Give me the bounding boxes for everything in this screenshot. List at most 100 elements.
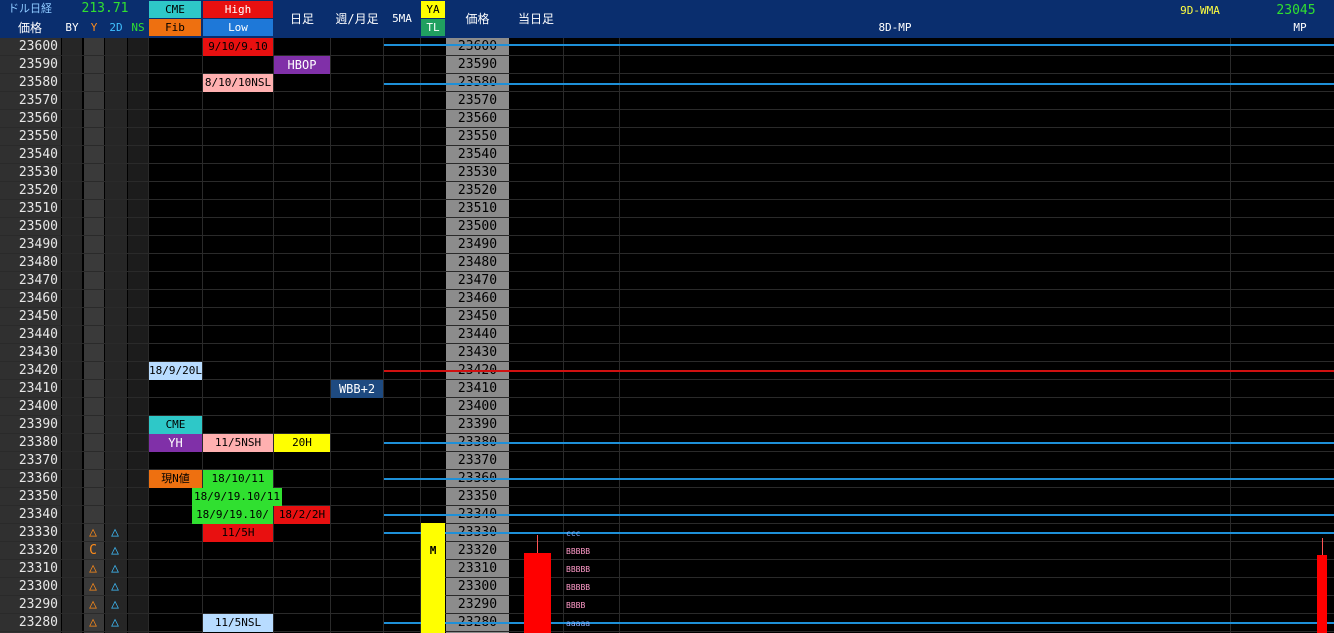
2d-marker-2: △ [111, 543, 119, 558]
price-cell-left: 23300 [18, 579, 58, 594]
grid-row-line [0, 307, 1334, 308]
price-cell-right: 23490 [457, 237, 498, 252]
price-cell-right: 23440 [457, 327, 498, 342]
price-cell-right: 23480 [457, 255, 498, 270]
price-cell-left: 23460 [18, 291, 58, 306]
level-line-23360 [384, 478, 1334, 480]
price-cell-right: 23510 [457, 201, 498, 216]
price-cell-left: 23440 [18, 327, 58, 342]
wbb-label: WBB+2 [331, 380, 383, 398]
price-cell-left: 23470 [18, 273, 58, 288]
grid-row-line [0, 541, 1334, 542]
price-cell-left: 23430 [18, 345, 58, 360]
price-cell-right: 23600 [457, 39, 498, 54]
price-cell-left: 23600 [18, 39, 58, 54]
grid-row-line [0, 271, 1334, 272]
usdjpy-value: 213.71 [81, 1, 129, 16]
2d-header: 2D [109, 21, 123, 34]
price-cell-right: 23520 [457, 183, 498, 198]
2d-marker-1: △ [111, 525, 119, 540]
price-cell-left: 23350 [18, 489, 58, 504]
weekly-monthly-header: 週/月足 [335, 12, 379, 26]
price-cell-left: 23420 [18, 363, 58, 378]
tpo-row: ccc [566, 529, 581, 538]
price-cell-right: 23570 [457, 93, 498, 108]
price-cell-right: 23590 [457, 57, 498, 72]
ma5-header: 5MA [392, 12, 412, 25]
daily-header: 日足 [289, 12, 314, 26]
price-cell-right: 23310 [457, 561, 498, 576]
high-header: High [203, 1, 273, 18]
2d-marker-6: △ [111, 615, 119, 630]
hbop-label: HBOP [274, 56, 330, 74]
price-cell-right: 23320 [457, 543, 498, 558]
price-cell-left: 23570 [18, 93, 58, 108]
nsl-label: 11/5NSL [203, 614, 273, 632]
2d-marker-5: △ [111, 597, 119, 612]
ya-header: YA [421, 1, 445, 18]
level-line-23380 [384, 442, 1334, 444]
fib-label: 18/9/20L [149, 362, 202, 380]
cme-high-label: 9/10/9.10 [203, 38, 273, 56]
fib-header: Fib [149, 19, 201, 36]
today-candle-body [524, 553, 551, 633]
level-line-23600 [384, 44, 1334, 46]
grid-row-line [0, 91, 1334, 92]
grid-row-line [0, 577, 1334, 578]
price-cell-right: 23350 [457, 489, 498, 504]
price-cell-left: 23400 [18, 399, 58, 414]
y-marker-3: △ [89, 561, 97, 576]
y-marker-1: △ [89, 525, 97, 540]
h20-label: 20H [274, 434, 330, 452]
cme-header: CME [149, 1, 201, 18]
tpo-row: BBBB [566, 601, 586, 610]
level-line-23420-red [384, 370, 1334, 372]
price-cell-left: 23370 [18, 453, 58, 468]
price-cell-left: 23580 [18, 75, 58, 90]
price-cell-left: 23590 [18, 57, 58, 72]
tpo-row: BBBBB [566, 583, 591, 592]
mp-label: MP [1293, 21, 1307, 34]
price-cell-left: 23360 [18, 471, 58, 486]
level-line-23580 [384, 83, 1334, 85]
price-cell-right: 23410 [457, 381, 498, 396]
2d-marker-4: △ [111, 579, 119, 594]
price-cell-left: 23410 [18, 381, 58, 396]
grid-row-line [0, 235, 1334, 236]
price-cell-right: 23400 [457, 399, 498, 414]
by-header: BY [65, 21, 79, 34]
price-cell-left: 23530 [18, 165, 58, 180]
y-marker-4: △ [89, 579, 97, 594]
grid-row-line [0, 253, 1334, 254]
hl-label-2: 18/9/19.10/11 [192, 488, 282, 506]
tpo-row: BBBBB [566, 547, 591, 556]
y-marker-5: △ [89, 597, 97, 612]
grid-row-line [0, 613, 1334, 614]
mp8-label: 8D-MP [878, 21, 912, 34]
ns-header: NS [131, 21, 145, 34]
cme-low-label: 8/10/10NSL [203, 74, 273, 92]
grid-row-line [0, 145, 1334, 146]
price-cell-right: 23530 [457, 165, 498, 180]
price-cell-left: 23330 [18, 525, 58, 540]
price-cell-left: 23540 [18, 147, 58, 162]
2d-marker-3: △ [111, 561, 119, 576]
yh-label: YH [149, 434, 202, 452]
grid-row-line [0, 217, 1334, 218]
price-cell-left: 23320 [18, 543, 58, 558]
grid-row-line [0, 631, 1334, 632]
price-cell-left: 23310 [18, 561, 58, 576]
low-header: Low [203, 19, 273, 36]
price-cell-left: 23390 [18, 417, 58, 432]
price-cell-left: 23380 [18, 435, 58, 450]
ya-volume-bar [421, 523, 445, 633]
tl-header: TL [421, 19, 445, 36]
price-cell-right: 23390 [457, 417, 498, 432]
grid-row-line [0, 199, 1334, 200]
cme2-label: CME [149, 416, 202, 434]
tpo-row: aaaaa [566, 619, 591, 628]
usdjpy-label: ドル日経 [8, 2, 52, 15]
price-cell-left: 23450 [18, 309, 58, 324]
price-header: 価格 [17, 21, 42, 35]
grid-row-line [0, 397, 1334, 398]
